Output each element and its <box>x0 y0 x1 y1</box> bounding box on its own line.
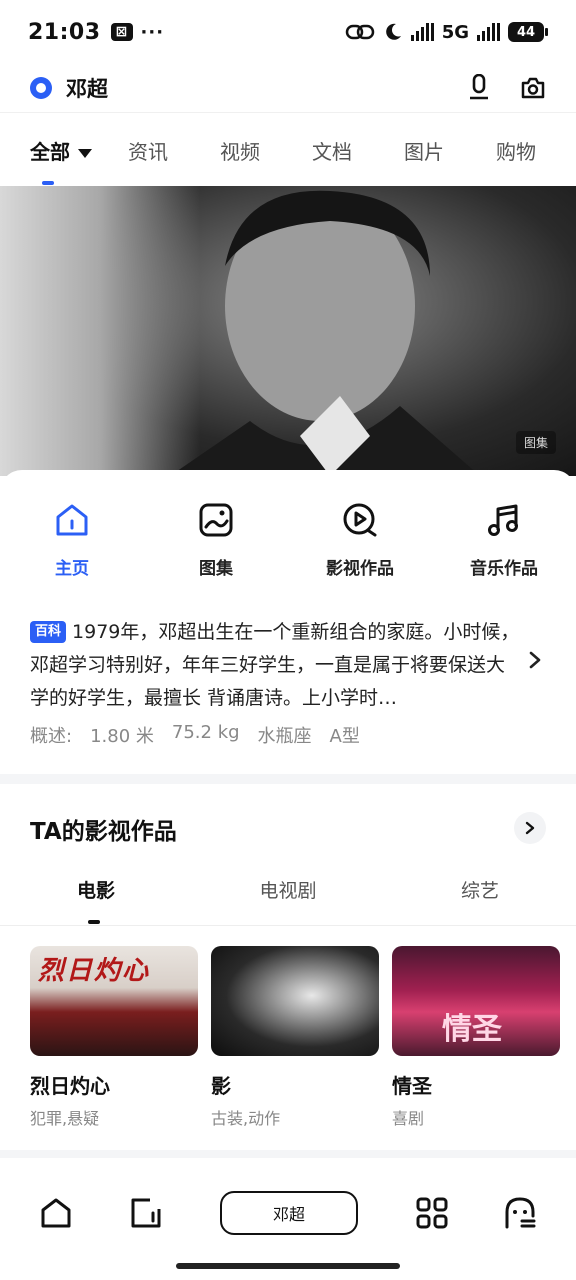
app-notification-icon: ⊠ <box>110 23 133 41</box>
work-card[interactable]: 烈日灼心 烈日灼心 犯罪,悬疑 <box>30 946 198 1129</box>
fact-blood-type: A型 <box>329 726 360 747</box>
home-nav-icon[interactable] <box>36 1193 76 1233</box>
works-title: TA的影视作品 <box>30 819 177 845</box>
search-tabs: 全部 资讯 视频 文档 图片 购物 <box>0 112 576 188</box>
gallery-icon <box>194 498 238 542</box>
battery-icon: 44 <box>508 22 548 42</box>
work-poster[interactable] <box>211 946 379 1056</box>
search-logo-icon <box>30 77 52 99</box>
quick-home[interactable]: 主页 <box>0 498 144 579</box>
bio-summary[interactable]: 百科 1979年，邓超出生在一个重新组合的家庭。小时候，邓超学习特别好，年年三好学… <box>30 616 520 715</box>
quick-actions: 主页 图集 影视作品 音乐作品 <box>0 498 576 579</box>
chevron-right-icon[interactable] <box>528 650 542 676</box>
work-genre: 喜剧 <box>392 1109 425 1128</box>
quick-films[interactable]: 影视作品 <box>288 498 432 579</box>
work-name: 影 <box>211 1074 231 1098</box>
work-poster[interactable]: 烈日灼心 <box>30 946 198 1056</box>
tab-movies[interactable]: 电影 <box>0 874 192 925</box>
bio-facts: 概述: 1.80 米 75.2 kg 水瓶座 A型 <box>30 722 360 748</box>
search-query[interactable]: 邓超 <box>66 73 108 103</box>
quick-home-label: 主页 <box>55 559 89 579</box>
music-icon <box>482 498 526 542</box>
network-type: 5G <box>441 21 469 43</box>
tab-video[interactable]: 视频 <box>220 136 260 165</box>
tab-shopping[interactable]: 购物 <box>496 136 536 165</box>
status-bar: 21:03 ⊠ ··· 5G 44 <box>0 0 576 64</box>
quick-gallery[interactable]: 图集 <box>144 498 288 579</box>
works-more-button[interactable] <box>514 812 546 844</box>
tabs-nav-icon[interactable] <box>126 1193 166 1233</box>
facts-label: 概述: <box>30 726 73 747</box>
moon-icon <box>385 23 401 40</box>
link-icon <box>345 24 374 40</box>
bottom-search-button[interactable]: 邓超 <box>220 1191 358 1235</box>
tab-variety[interactable]: 综艺 <box>384 874 576 925</box>
poster-title: 烈日灼心 <box>38 956 151 986</box>
status-time: 21:03 <box>28 19 101 45</box>
tab-images[interactable]: 图片 <box>404 136 444 165</box>
works-tab-indicator <box>88 920 100 924</box>
quick-music[interactable]: 音乐作品 <box>432 498 576 579</box>
quick-gallery-label: 图集 <box>199 559 233 579</box>
bottom-nav: 邓超 <box>0 1170 576 1256</box>
section-divider <box>0 774 576 784</box>
battery-level: 44 <box>508 22 544 42</box>
portrait-illustration <box>170 190 480 476</box>
profile-nav-icon[interactable] <box>500 1193 540 1233</box>
work-genre: 犯罪,悬疑 <box>30 1109 100 1128</box>
tab-docs[interactable]: 文档 <box>312 136 352 165</box>
tab-news[interactable]: 资讯 <box>128 136 168 165</box>
quick-music-label: 音乐作品 <box>470 559 538 579</box>
hero-photo[interactable]: 图集 <box>0 186 576 476</box>
works-tabs: 电影 电视剧 综艺 <box>0 874 576 926</box>
work-name: 情圣 <box>392 1074 432 1098</box>
fact-height: 1.80 米 <box>90 726 154 747</box>
home-icon <box>50 498 94 542</box>
fact-weight: 75.2 kg <box>171 722 240 743</box>
fact-zodiac: 水瓶座 <box>257 726 312 747</box>
more-notifications: ··· <box>140 21 165 43</box>
info-card: 主页 图集 影视作品 音乐作品 百科 1979年，邓超出生在一个重新组合的家庭。小… <box>0 470 576 780</box>
search-header[interactable]: 邓超 <box>0 64 576 112</box>
apps-grid-icon[interactable] <box>412 1193 452 1233</box>
home-indicator <box>176 1263 400 1269</box>
chevron-down-icon <box>78 149 92 158</box>
gallery-badge[interactable]: 图集 <box>515 431 556 454</box>
tab-indicator <box>42 181 54 185</box>
quick-films-label: 影视作品 <box>326 559 394 579</box>
signal-icon-2 <box>477 23 500 41</box>
chevron-right-icon <box>525 821 535 835</box>
camera-icon[interactable] <box>520 76 546 100</box>
tab-tv[interactable]: 电视剧 <box>192 874 384 925</box>
work-card[interactable]: 情圣 情圣 喜剧 <box>392 946 560 1129</box>
tab-all[interactable]: 全部 <box>30 136 92 165</box>
signal-icon <box>410 23 434 41</box>
poster-title: 情圣 <box>442 1012 502 1047</box>
baike-badge: 百科 <box>30 621 67 643</box>
works-list: 烈日灼心 烈日灼心 犯罪,悬疑 影 古装,动作 情圣 情圣 喜剧 <box>30 946 560 1129</box>
bio-text: 1979年，邓超出生在一个重新组合的家庭。小时候，邓超学习特别好，年年三好学生，… <box>30 621 520 709</box>
play-icon <box>338 498 382 542</box>
section-divider <box>0 1150 576 1158</box>
work-poster[interactable]: 情圣 <box>392 946 560 1056</box>
work-card[interactable]: 影 古装,动作 <box>211 946 379 1129</box>
work-name: 烈日灼心 <box>30 1074 110 1098</box>
work-genre: 古装,动作 <box>211 1109 281 1128</box>
microphone-icon[interactable] <box>468 74 490 102</box>
